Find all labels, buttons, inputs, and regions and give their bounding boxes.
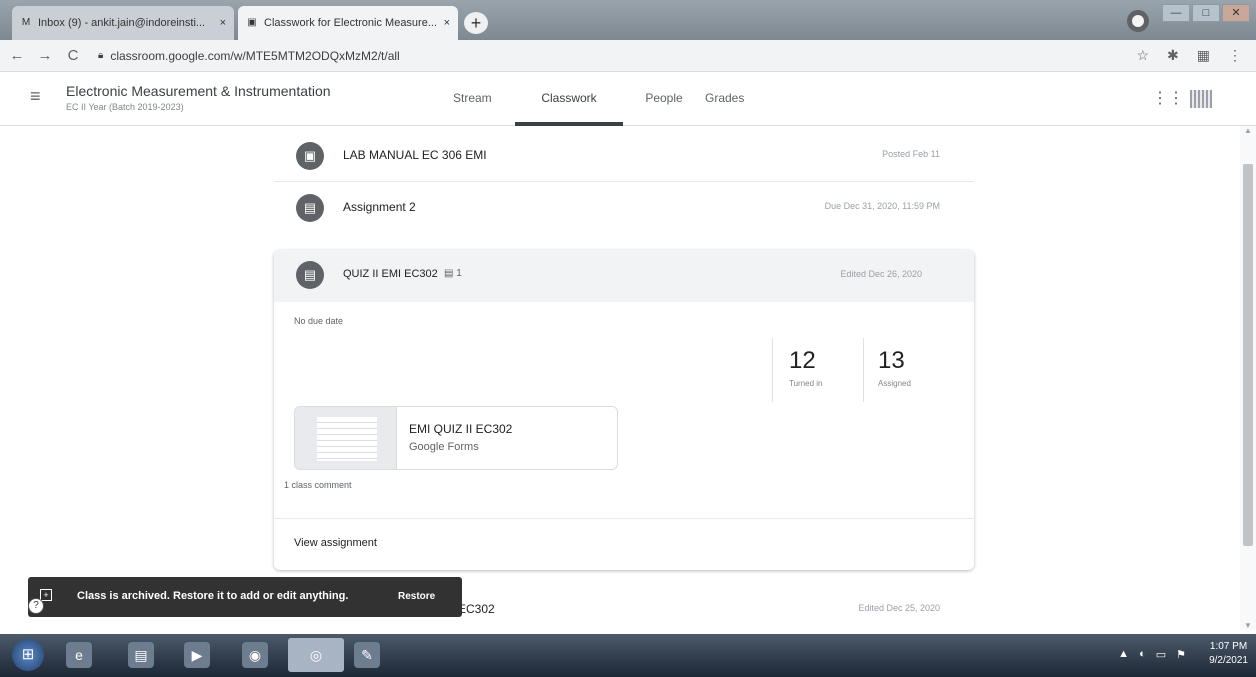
tab-close-icon[interactable]: ×: [444, 17, 450, 29]
explorer-icon[interactable]: ▤: [128, 642, 154, 668]
reload-button[interactable]: C: [62, 47, 84, 64]
item-due-date: Due Dec 31, 2020, 11:59 PM: [824, 201, 940, 211]
view-assignment-link[interactable]: View assignment: [294, 537, 377, 549]
tab-classwork[interactable]: Classwork: [515, 72, 623, 126]
turned-in-stat[interactable]: 12 Turned in: [773, 338, 863, 402]
start-button[interactable]: ⊞: [12, 639, 44, 671]
archived-snackbar: + Class is archived. Restore it to add o…: [28, 577, 462, 617]
snackbar-message: Class is archived. Restore it to add or …: [77, 590, 349, 602]
toolbar-icons: ☆ ✱ ▦ ⋮: [1136, 47, 1242, 64]
classroom-icon: ▣: [247, 17, 257, 28]
scrollbar-thumb[interactable]: [1243, 164, 1253, 546]
tab-grades[interactable]: Grades: [705, 72, 765, 126]
assignment-card-header[interactable]: ▤ QUIZ II EMI EC302 ▤ 1 Edited Dec 26, 2…: [274, 250, 974, 302]
ie-icon[interactable]: e: [66, 642, 92, 668]
gmail-icon: M: [21, 17, 31, 28]
expanded-assignment-card: ▤ QUIZ II EMI EC302 ▤ 1 Edited Dec 26, 2…: [274, 250, 974, 570]
maximize-button[interactable]: □: [1192, 4, 1220, 22]
chrome-profile-icon[interactable]: [1127, 10, 1149, 32]
new-tab-button[interactable]: +: [464, 12, 488, 34]
action-center-flag-icon[interactable]: ⚑: [1176, 648, 1186, 661]
restore-button[interactable]: Restore: [398, 591, 435, 602]
system-clock[interactable]: 1:07 PM 9/2/2021: [1209, 640, 1248, 668]
comment-count-badge: ▤ 1: [444, 268, 462, 279]
item-title: EC302: [458, 602, 495, 616]
material-icon: ▣: [296, 142, 324, 170]
item-title: Assignment 2: [343, 200, 416, 214]
classwork-item[interactable]: ▤ Assignment 2 Due Dec 31, 2020, 11:59 P…: [274, 182, 974, 234]
windows-taskbar: ⊞ e ▤ ▶ ◉ ◎ ✎ ▲ ◐ ▭ ⚑ 1:07 PM 9/2/2021: [0, 634, 1256, 677]
extensions-icon[interactable]: ✱: [1167, 47, 1179, 64]
assignment-icon: ▤: [296, 194, 324, 222]
minimize-button[interactable]: —: [1162, 4, 1190, 22]
help-icon[interactable]: ?: [28, 598, 44, 614]
close-window-button[interactable]: ✕: [1222, 4, 1250, 22]
tab-classwork[interactable]: ▣ Classwork for Electronic Measure... ×: [238, 6, 458, 40]
hamburger-menu-icon[interactable]: ≡: [30, 86, 41, 107]
system-tray: ▲ ◐ ▭ ⚑: [1118, 648, 1186, 661]
show-hidden-icons-icon[interactable]: ▲: [1118, 648, 1129, 661]
assigned-count: 13: [878, 347, 905, 374]
url-text: classroom.google.com/w/MTE5MTM2ODQxMzM2/…: [110, 48, 400, 63]
tab-stream[interactable]: Stream: [453, 72, 509, 126]
page-scrollbar[interactable]: ▲ ▼: [1240, 126, 1256, 630]
media-icon[interactable]: ▶: [184, 642, 210, 668]
window-controls: — □ ✕: [1162, 4, 1250, 22]
submission-stats: 12 Turned in 13 Assigned: [772, 338, 943, 402]
address-bar-row: ← → C 🔒︎ classroom.google.com/w/MTE5MTM2…: [0, 40, 1256, 72]
due-date-text: No due date: [294, 316, 344, 326]
class-comments-link[interactable]: 1 class comment: [284, 480, 352, 490]
tab-people[interactable]: People: [629, 72, 699, 126]
attachment-type: Google Forms: [409, 441, 479, 453]
lock-icon: 🔒︎: [98, 50, 104, 61]
clock-date: 9/2/2021: [1209, 655, 1248, 666]
chrome-icon[interactable]: ◎: [288, 638, 344, 672]
attachment-card[interactable]: EMI QUIZ II EC302 Google Forms: [294, 406, 618, 470]
attachment-name: EMI QUIZ II EC302: [409, 422, 513, 436]
item-edited-date: Edited Dec 25, 2020: [858, 603, 940, 613]
tab-inbox[interactable]: M Inbox (9) - ankit.jain@indoreinsti... …: [12, 6, 234, 40]
item-posted-date: Posted Feb 11: [882, 149, 940, 159]
class-title[interactable]: Electronic Measurement & Instrumentation: [66, 83, 331, 99]
turned-in-count: 12: [789, 347, 816, 374]
omnibox[interactable]: 🔒︎ classroom.google.com/w/MTE5MTM2ODQxMz…: [98, 49, 400, 63]
form-thumbnail: [295, 407, 397, 469]
tab-label: Inbox (9) - ankit.jain@indoreinsti...: [38, 17, 206, 29]
network-icon[interactable]: ▭: [1156, 648, 1166, 661]
browser-tab-strip: M Inbox (9) - ankit.jain@indoreinsti... …: [0, 0, 1256, 40]
clock-time: 1:07 PM: [1209, 641, 1248, 652]
add-box-icon: +: [40, 589, 52, 601]
browser-menu-icon[interactable]: ⋮: [1228, 47, 1242, 64]
item-title: LAB MANUAL EC 306 EMI: [343, 148, 487, 162]
assigned-stat[interactable]: 13 Assigned: [863, 338, 943, 402]
assignment-icon: ▤: [296, 261, 324, 289]
scroll-up-arrow-icon[interactable]: ▲: [1244, 126, 1252, 135]
turned-in-label: Turned in: [789, 379, 823, 388]
scroll-down-arrow-icon[interactable]: ▼: [1244, 621, 1252, 630]
assignment-title: QUIZ II EMI EC302: [343, 268, 438, 280]
media-player-icon[interactable]: ◉: [242, 642, 268, 668]
classroom-header: ≡ Electronic Measurement & Instrumentati…: [0, 72, 1256, 126]
card-footer: View assignment: [274, 518, 974, 570]
profile-icon[interactable]: ▦: [1197, 47, 1210, 64]
notepad-icon[interactable]: ✎: [354, 642, 380, 668]
classwork-item[interactable]: ▣ LAB MANUAL EC 306 EMI Posted Feb 11: [274, 130, 974, 182]
class-nav-tabs: Stream Classwork People Grades: [440, 72, 765, 126]
forward-button[interactable]: →: [34, 47, 56, 64]
volume-icon[interactable]: ◐: [1139, 648, 1146, 661]
assignment-edited-date: Edited Dec 26, 2020: [840, 269, 922, 279]
bookmark-star-icon[interactable]: ☆: [1136, 47, 1149, 64]
class-subtitle: EC II Year (Batch 2019-2023): [66, 102, 184, 112]
tab-label: Classwork for Electronic Measure...: [264, 17, 437, 29]
back-button[interactable]: ←: [6, 47, 28, 64]
assigned-label: Assigned: [878, 379, 911, 388]
avatar[interactable]: [1190, 90, 1212, 108]
tab-close-icon[interactable]: ×: [220, 17, 226, 29]
